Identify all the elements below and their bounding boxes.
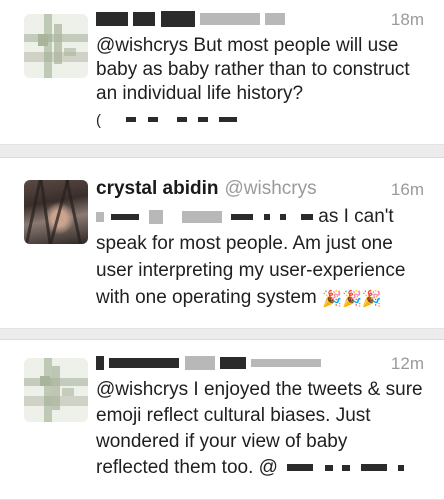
party-popper-emoji: 🎉🎉🎉 xyxy=(322,291,382,308)
author-name-redacted[interactable] xyxy=(96,352,322,374)
timestamp: 12m xyxy=(390,354,424,373)
text-line: speak for most people. Am just one xyxy=(96,233,393,254)
tweet-2[interactable]: crystal abidin @wishcrys 16m as I can't s… xyxy=(0,158,444,329)
avatar[interactable] xyxy=(24,358,88,422)
text-line: as I can't xyxy=(96,205,426,229)
text-fragment: with one operating system xyxy=(96,287,317,308)
text-line-redacted: ( xyxy=(96,108,426,133)
tweet-1[interactable]: 18m @wishcrys But most people will use b… xyxy=(0,0,444,145)
text-line: emoji reflect cultural biases. Just xyxy=(96,405,371,426)
separator xyxy=(0,145,444,158)
text-line: user interpreting my user-experience xyxy=(96,260,406,281)
tweet-text: @wishcrys But most people will use baby … xyxy=(96,34,426,133)
text-line: with one operating system 🎉🎉🎉 xyxy=(96,286,426,312)
text-line: an individual life history? xyxy=(96,83,304,104)
text-line: @wishcrys I enjoyed the tweets & sure xyxy=(96,379,423,400)
text-fragment: as I can't xyxy=(318,206,394,227)
text-line: @wishcrys But most people will use xyxy=(96,35,399,56)
text-line: reflected them too. @ xyxy=(96,456,426,480)
handle: @wishcrys xyxy=(224,178,317,199)
text-line: baby as baby rather than to construct xyxy=(96,59,410,80)
timestamp: 16m xyxy=(390,180,424,199)
tweet-text: as I can't speak for most people. Am jus… xyxy=(96,205,426,312)
text-fragment: reflected them too. @ xyxy=(96,457,278,478)
text-line: wondered if your view of baby xyxy=(96,431,348,452)
author-name[interactable]: crystal abidin @wishcrys xyxy=(96,178,317,200)
author-name-redacted[interactable] xyxy=(96,8,286,30)
timestamp: 18m xyxy=(390,10,424,29)
avatar[interactable] xyxy=(24,180,88,244)
avatar[interactable] xyxy=(24,14,88,78)
tweet-text: @wishcrys I enjoyed the tweets & sure em… xyxy=(96,378,426,480)
display-name: crystal abidin xyxy=(96,178,219,199)
trailing-char: ( xyxy=(96,112,101,129)
separator xyxy=(0,329,444,340)
tweet-3[interactable]: 12m @wishcrys I enjoyed the tweets & sur… xyxy=(0,340,444,500)
